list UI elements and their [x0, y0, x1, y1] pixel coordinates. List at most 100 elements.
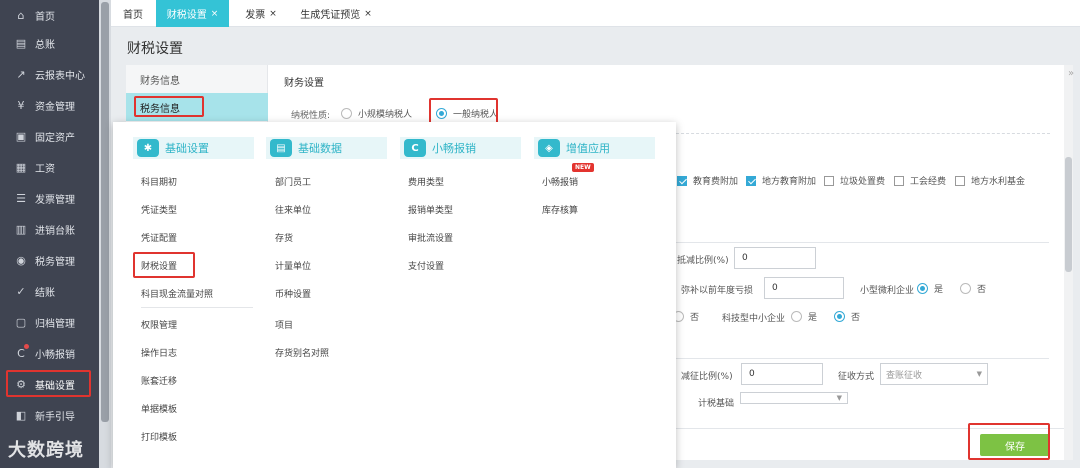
levy-method-label: 征收方式 — [838, 372, 875, 382]
sidebar-item-13[interactable]: ◧ 新手引导 — [0, 400, 99, 430]
checkbox-label: 教育费附加 — [693, 177, 739, 187]
sidebar-item-1[interactable]: ▤ 总账 — [0, 28, 99, 58]
menu-item[interactable]: 凭证类型 — [141, 203, 177, 216]
radio-label: 是 — [808, 313, 818, 323]
menu-item[interactable]: 操作日志 — [141, 346, 177, 359]
menu-item[interactable]: 存货别名对照 — [275, 346, 329, 359]
salary-icon: ▦ — [15, 160, 27, 174]
sidebar-item-label: 资金管理 — [35, 101, 75, 113]
menu-item[interactable]: 打印模板 — [141, 430, 177, 443]
menu-item[interactable]: 凭证配置 — [141, 231, 177, 244]
checkbox-icon[interactable] — [824, 175, 834, 186]
radio-icon[interactable] — [960, 283, 971, 294]
sidebar-item-3[interactable]: ¥ 资金管理 — [0, 90, 99, 120]
tab-bar: 首页 财税设置 × 发票 × 生成凭证预览 × — [111, 0, 1080, 27]
levy-ratio-label: 减征比例(%) — [681, 372, 733, 382]
radio-tech-no[interactable]: 否 — [834, 310, 860, 323]
close-icon[interactable]: × — [211, 9, 219, 19]
sidebar-item-11[interactable]: C 小畅报销 — [0, 338, 99, 368]
sidebar-item-7[interactable]: ▥ 进销台账 — [0, 214, 99, 244]
divider — [676, 242, 1049, 243]
sidebar-scroll-thumb[interactable] — [101, 2, 109, 422]
chevron-down-icon: ▼ — [836, 394, 842, 402]
tab-tax-settings[interactable]: 财税设置 × — [156, 0, 229, 27]
radio-icon[interactable] — [341, 108, 352, 119]
tab-label: 财税设置 — [166, 10, 207, 21]
menu-item[interactable]: 支付设置 — [408, 259, 444, 272]
check-water-fund[interactable]: 地方水利基金 — [955, 174, 1025, 187]
check-education-surcharge[interactable]: 教育费附加 — [677, 174, 738, 187]
checkbox-label: 垃圾处置费 — [840, 177, 886, 187]
menu-item[interactable]: 往来单位 — [275, 203, 311, 216]
sidebar-item-8[interactable]: ◉ 税务管理 — [0, 245, 99, 275]
asset-icon: ▣ — [15, 129, 27, 143]
leftnav-item-finance[interactable]: 财务信息 — [126, 65, 268, 93]
menu-item[interactable]: 币种设置 — [275, 287, 311, 300]
reduce-ratio-input[interactable]: 0 — [734, 247, 816, 269]
radio-label: 否 — [690, 313, 700, 323]
close-icon[interactable]: × — [269, 9, 277, 19]
menu-divider — [141, 307, 253, 308]
menu-category-title: 基础设置 — [165, 142, 209, 155]
menu-item[interactable]: 科目期初 — [141, 175, 177, 188]
menu-item[interactable]: 费用类型 — [408, 175, 444, 188]
checkbox-icon[interactable] — [746, 175, 756, 186]
check-garbage-fee[interactable]: 垃圾处置费 — [824, 174, 885, 187]
tax-basis-select[interactable]: ▼ — [740, 392, 848, 404]
sidebar-item-label: 进销台账 — [35, 225, 75, 237]
sidebar-item-0[interactable]: ⌂ 首页 — [0, 0, 99, 30]
menu-item[interactable]: 单据模板 — [141, 402, 177, 415]
sidebar-item-9[interactable]: ✓ 结账 — [0, 276, 99, 306]
sidebar-scrollbar[interactable] — [99, 0, 111, 468]
radio-small-taxpayer[interactable]: 小规模纳税人 — [341, 107, 412, 120]
radio-tech-yes[interactable]: 是 — [791, 310, 817, 323]
menu-item[interactable]: 科目现金流量对照 — [141, 287, 213, 300]
checkbox-icon[interactable] — [894, 175, 904, 186]
value-added-icon: ◈ — [538, 139, 560, 157]
menu-item[interactable]: 小畅报销 — [542, 175, 578, 188]
content-scrollbar[interactable] — [1064, 65, 1073, 460]
tab-home[interactable]: 首页 — [111, 0, 155, 27]
page-title: 财税设置 — [127, 41, 183, 57]
menu-item[interactable]: 项目 — [275, 318, 293, 331]
check-union-fee[interactable]: 工会经费 — [894, 174, 946, 187]
notification-dot — [24, 344, 29, 349]
content-scroll-thumb[interactable] — [1065, 157, 1072, 272]
sidebar-item-label: 工资 — [35, 163, 55, 175]
sidebar-item-6[interactable]: ☰ 发票管理 — [0, 183, 99, 213]
menu-item[interactable]: 账套迁移 — [141, 374, 177, 387]
sidebar-item-2[interactable]: ↗ 云报表中心 — [0, 59, 99, 89]
radio-checked-icon[interactable] — [834, 311, 845, 322]
checkbox-icon[interactable] — [677, 175, 687, 186]
menu-item[interactable]: 报销单类型 — [408, 203, 453, 216]
loss-offset-input[interactable]: 0 — [764, 277, 844, 299]
menu-item[interactable]: 存货 — [275, 231, 293, 244]
check-local-education-surcharge[interactable]: 地方教育附加 — [746, 174, 816, 187]
menu-item[interactable]: 审批流设置 — [408, 231, 453, 244]
levy-method-select[interactable]: 查账征收 ▼ — [880, 363, 988, 385]
sidebar-item-4[interactable]: ▣ 固定资产 — [0, 121, 99, 151]
menu-item[interactable]: 权限管理 — [141, 318, 177, 331]
tab-invoice[interactable]: 发票 × — [233, 0, 289, 27]
menu-item[interactable]: 计量单位 — [275, 259, 311, 272]
reduce-ratio-label: 抵减比例(%) — [677, 256, 729, 266]
tab-voucher-preview[interactable]: 生成凭证预览 × — [291, 0, 381, 27]
radio-small-yes[interactable]: 是 — [917, 282, 943, 295]
radio-small-no[interactable]: 否 — [960, 282, 986, 295]
inventory-icon: ▥ — [15, 222, 27, 236]
radio-icon[interactable] — [791, 311, 802, 322]
menu-item[interactable]: 部门员工 — [275, 175, 311, 188]
close-icon[interactable]: × — [364, 9, 372, 19]
sidebar-item-label: 结账 — [35, 287, 55, 299]
ledger-icon: ▤ — [15, 36, 27, 50]
checkbox-icon[interactable] — [955, 175, 965, 186]
menu-item[interactable]: 库存核算 — [542, 203, 578, 216]
sidebar-item-10[interactable]: ▢ 归档管理 — [0, 307, 99, 337]
radio-checked-icon[interactable] — [917, 283, 928, 294]
highlight-save — [968, 423, 1050, 460]
levy-ratio-input[interactable]: 0 — [741, 363, 823, 385]
expand-icon[interactable]: » — [1068, 68, 1074, 79]
radio-prev-no[interactable]: 否 — [673, 310, 699, 323]
sidebar-item-5[interactable]: ▦ 工资 — [0, 152, 99, 182]
sidebar-item-label: 归档管理 — [35, 318, 75, 330]
